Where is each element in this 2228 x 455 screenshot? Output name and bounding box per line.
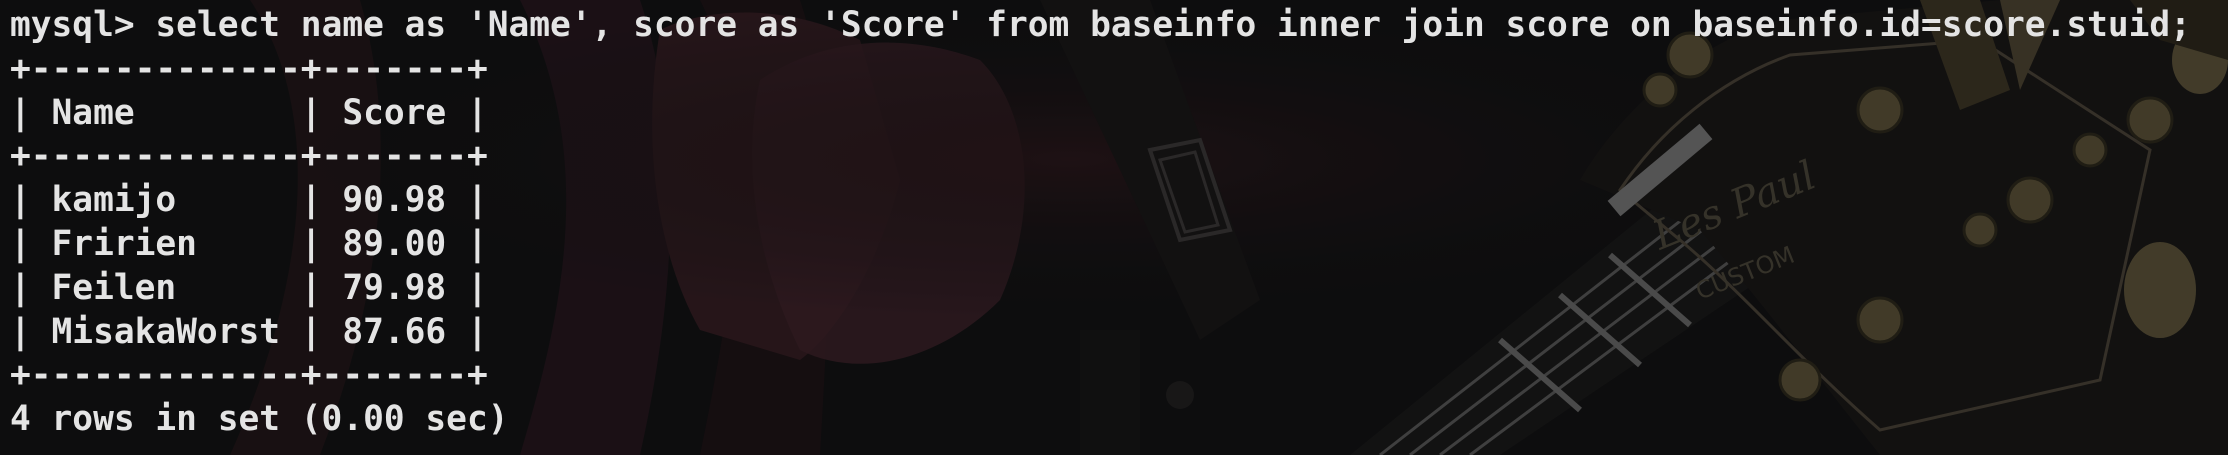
sql-command: select name as 'Name', score as 'Score' …	[155, 5, 2191, 45]
table-row: | MisakaWorst | 87.66 |	[10, 311, 488, 352]
table-row: | Fririen | 89.00 |	[10, 223, 488, 264]
mysql-prompt: mysql>	[10, 5, 135, 45]
command-line[interactable]: mysql> select name as 'Name', score as '…	[10, 4, 2191, 48]
terminal-window[interactable]: Les Paul CUSTOM mysql> select name as 'N…	[0, 0, 2228, 455]
table-border-top: +-------------+-------+	[10, 48, 488, 89]
table-border-header: +-------------+-------+	[10, 136, 488, 177]
table-row: | Feilen | 79.98 |	[10, 267, 488, 308]
terminal-output: mysql> select name as 'Name', score as '…	[10, 4, 2191, 442]
result-summary: 4 rows in set (0.00 sec)	[10, 399, 509, 440]
table-header-row: | Name | Score |	[10, 92, 488, 133]
table-row: | kamijo | 90.98 |	[10, 180, 488, 221]
table-border-bottom: +-------------+-------+	[10, 355, 488, 396]
